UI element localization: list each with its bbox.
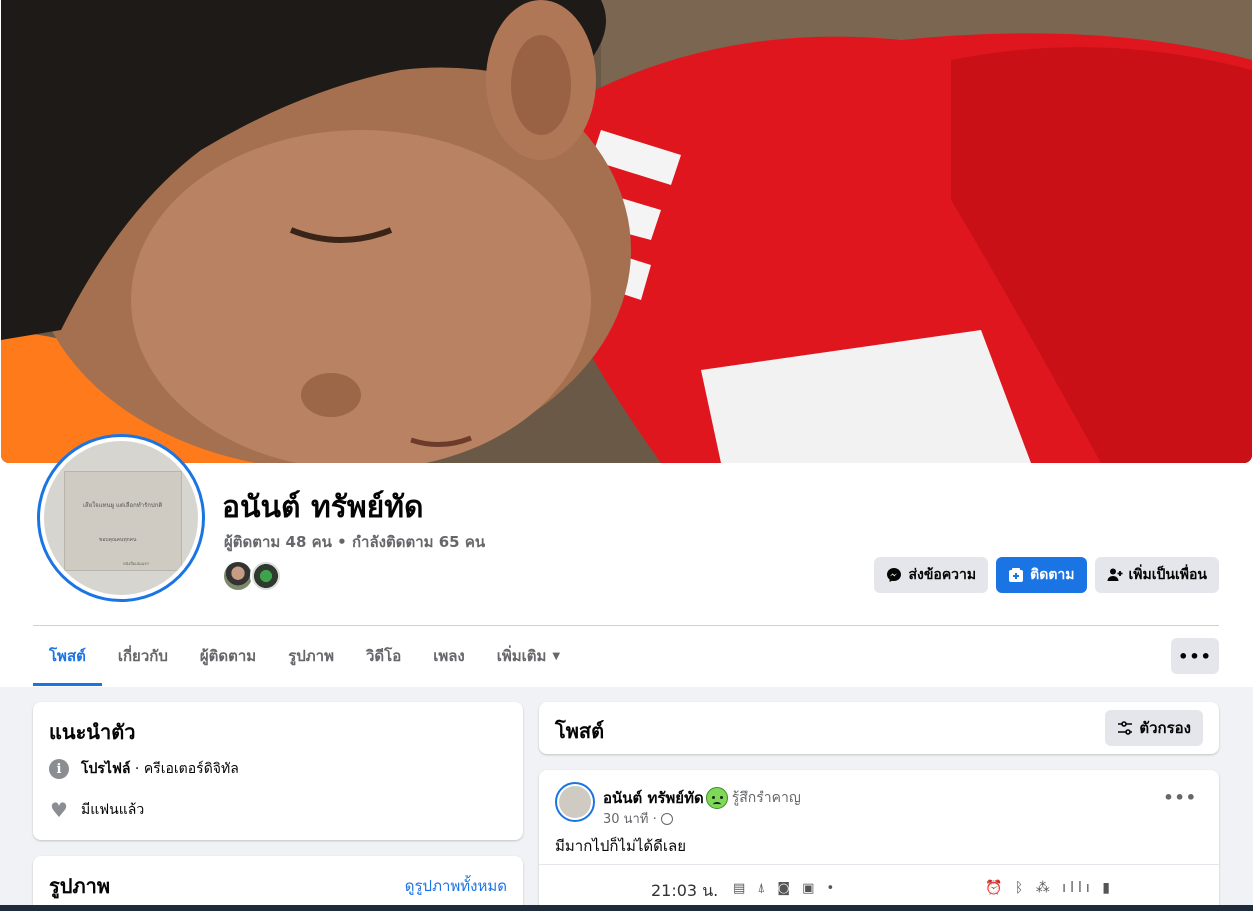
follow-button-label: ติดตาม [1030, 567, 1075, 583]
tab-photos[interactable]: รูปภาพ [272, 627, 350, 685]
intro-profile-label: โปรไฟล์ [81, 761, 131, 777]
post-author-avatar[interactable] [555, 782, 595, 822]
more-dots-icon: ••• [1178, 646, 1212, 666]
avatar-image: เสียใจแทนผู แต่เลือกทำรักปกติ ขอบคุณคนทุ… [44, 441, 198, 595]
message-button[interactable]: ส่งข้อความ [874, 557, 989, 593]
profile-actions: ส่งข้อความ ติดตาม เพิ่มเป็นเพื่อน [874, 557, 1219, 593]
tab-videos[interactable]: วิดีโอ [350, 627, 417, 685]
post-author-line: อนันต์ ทรัพย์ทัด รู้สึกรำคาญ [603, 786, 801, 810]
message-button-label: ส่งข้อความ [908, 567, 977, 583]
tab-more-label: เพิ่มเติม [496, 647, 547, 665]
intro-title: แนะนำตัว [49, 720, 136, 744]
tab-about[interactable]: เกี่ยวกับ [102, 627, 184, 685]
info-icon: i [49, 759, 69, 779]
tab-followers-label: ผู้ติดตาม [199, 647, 257, 665]
taskbar-edge [0, 905, 1253, 911]
header-divider [33, 625, 1219, 626]
profile-name: อนันต์ ทรัพย์ทัด [222, 490, 424, 525]
post-author-name[interactable]: อนันต์ ทรัพย์ทัด [603, 786, 704, 810]
tab-photos-label: รูปภาพ [288, 647, 334, 665]
tab-about-label: เกี่ยวกับ [117, 647, 168, 665]
filter-icon [1118, 721, 1133, 735]
post-time[interactable]: 30 นาที · [603, 808, 657, 829]
tab-videos-label: วิดีโอ [365, 647, 402, 665]
globe-icon [660, 812, 673, 825]
tab-posts-label: โพสต์ [49, 647, 86, 665]
tab-more[interactable]: เพิ่มเติม ▼ [481, 627, 576, 685]
photos-card: รูปภาพ ดูรูปภาพทั้งหมด [33, 856, 523, 911]
intro-card: แนะนำตัว i โปรไฟล์ · ครีเอเตอร์ดิจิทัล ♥… [33, 702, 523, 840]
intro-relationship: มีแฟนแล้ว [81, 802, 145, 818]
profile-header: เสียใจแทนผู แต่เลือกทำรักปกติ ขอบคุณคนทุ… [0, 0, 1253, 687]
post-image[interactable]: 21:03 น. ▤ ⍋ ◙ ▣ • ⏰ ᛒ ⁂ ıllı ▮ [539, 864, 1219, 911]
filter-button[interactable]: ตัวกรอง [1105, 710, 1203, 746]
follow-button[interactable]: ติดตาม [996, 557, 1087, 593]
add-friend-icon [1107, 568, 1123, 581]
avatar-book-subtitle: ขอบคุณคนทุกคน [99, 537, 137, 543]
post-feeling: รู้สึกรำคาญ [731, 790, 801, 806]
post-options-button[interactable]: ••• [1163, 788, 1197, 807]
avatar-book-author: หนังสือเล่มแรก [123, 561, 149, 566]
post-text: มีมากไปก็ไม่ได้ดีเลย [555, 837, 686, 855]
post-image-time: 21:03 น. [651, 881, 719, 900]
posts-header-card: โพสต์ ตัวกรอง [539, 702, 1219, 754]
tab-music-label: เพลง [433, 647, 465, 665]
avatar-book-title: เสียใจแทนผู แต่เลือกทำรักปกติ [83, 502, 163, 509]
add-friend-button-label: เพิ่มเป็นเพื่อน [1128, 567, 1207, 583]
tab-followers[interactable]: ผู้ติดตาม [184, 627, 272, 685]
status-bar-icons-right: ⏰ ᛒ ⁂ ıllı ▮ [985, 880, 1114, 896]
cover-photo[interactable] [1, 0, 1252, 463]
add-friend-button[interactable]: เพิ่มเป็นเพื่อน [1094, 557, 1219, 593]
annoyed-emoji-icon [705, 787, 728, 809]
status-bar-icons-left: ▤ ⍋ ◙ ▣ • [733, 881, 839, 896]
post-meta: 30 นาที · [603, 808, 673, 829]
cover-image [1, 0, 1252, 463]
photos-title: รูปภาพ [49, 874, 111, 898]
heart-icon: ♥ [50, 798, 68, 822]
messenger-icon [887, 568, 902, 582]
caret-down-icon: ▼ [552, 650, 561, 662]
profile-avatar[interactable]: เสียใจแทนผู แต่เลือกทำรักปกติ ขอบคุณคนทุ… [37, 434, 205, 602]
profile-follow-stats[interactable]: ผู้ติดตาม 48 คน • กำลังติดตาม 65 คน [224, 530, 485, 554]
profile-tabs: โพสต์ เกี่ยวกับ ผู้ติดตาม รูปภาพ วิดีโอ … [33, 627, 576, 687]
more-dots-icon: ••• [1163, 788, 1197, 807]
avatar-book-cover: เสียใจแทนผู แต่เลือกทำรักปกติ ขอบคุณคนทุ… [64, 471, 182, 571]
follower-avatars[interactable] [222, 560, 282, 592]
profile-more-button[interactable]: ••• [1171, 638, 1219, 674]
post-card: อนันต์ ทรัพย์ทัด รู้สึกรำคาญ 30 นาที · •… [539, 770, 1219, 911]
intro-profile-row: i โปรไฟล์ · ครีเอเตอร์ดิจิทัล [49, 758, 239, 780]
posts-title: โพสต์ [555, 719, 605, 743]
follower-avatar[interactable] [250, 560, 282, 592]
intro-relationship-row: ♥ มีแฟนแล้ว [49, 799, 144, 821]
follow-icon [1009, 568, 1024, 582]
tab-music[interactable]: เพลง [417, 627, 481, 685]
see-all-photos-link[interactable]: ดูรูปภาพทั้งหมด [405, 874, 507, 898]
intro-profile-value: · ครีเอเตอร์ดิจิทัล [130, 761, 239, 777]
tab-posts[interactable]: โพสต์ [33, 627, 102, 686]
filter-button-label: ตัวกรอง [1139, 719, 1191, 737]
